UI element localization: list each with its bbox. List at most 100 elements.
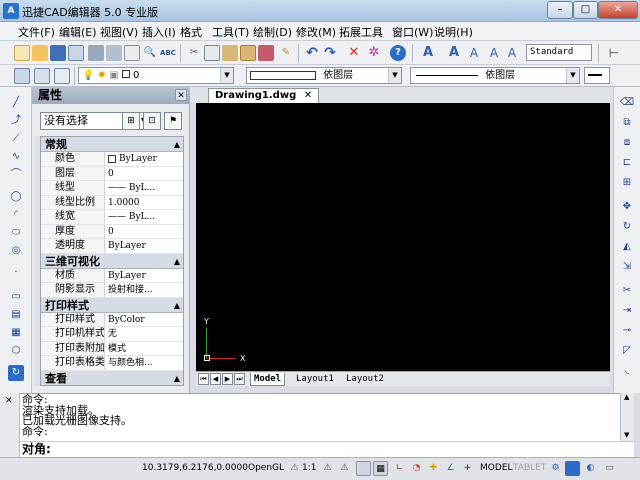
array-tool-icon[interactable]: ⊞	[619, 175, 635, 191]
purge-icon[interactable]: ✲	[366, 45, 382, 61]
dynamic-ucs-icon[interactable]: +	[460, 461, 475, 476]
menu-file[interactable]: 文件(F)	[16, 24, 57, 40]
fullscreen-icon[interactable]: ▭	[602, 461, 617, 476]
document-icon[interactable]	[124, 45, 140, 61]
line-tool-icon[interactable]: ╱	[8, 95, 24, 111]
move-tool-icon[interactable]: ✥	[619, 199, 635, 215]
point-tool-icon[interactable]: ·	[8, 265, 24, 281]
refresh-tool-icon[interactable]: ↻	[8, 365, 24, 381]
property-row[interactable]: 线型比例 1.0000	[41, 195, 183, 210]
find-icon[interactable]: 🔍	[142, 45, 158, 61]
collapse-icon[interactable]: ▲	[174, 371, 180, 386]
annotation-visibility-icon[interactable]: ⚠	[320, 461, 335, 476]
opengl-status[interactable]: OpenGL	[248, 463, 284, 473]
tab-layout1[interactable]: Layout1	[296, 373, 334, 385]
break-tool-icon[interactable]: ⊸	[619, 323, 635, 339]
text-style-select[interactable]: Standard	[526, 44, 592, 61]
offset-tool-icon[interactable]: ⊏	[619, 155, 635, 171]
stretch-tool-icon[interactable]: ⇲	[619, 259, 635, 275]
polar-tracking-icon[interactable]: ◔	[409, 461, 424, 476]
region-tool-icon[interactable]: ▤	[8, 307, 24, 323]
arc-tool-icon[interactable]: ◜	[8, 207, 24, 223]
model-space-toggle[interactable]: MODEL	[480, 463, 512, 473]
last-tab-icon[interactable]: ⏭	[234, 373, 245, 385]
close-button[interactable]: ✕	[598, 1, 638, 19]
multiline-text-icon[interactable]: A	[446, 45, 462, 61]
otrack-icon[interactable]: ∠	[443, 461, 458, 476]
command-scrollbar[interactable]: ▲ ▼	[620, 393, 634, 441]
block-tool-icon[interactable]: ⬡	[8, 343, 24, 359]
settings-gear-icon[interactable]: ⚙	[548, 461, 563, 476]
text-edit-icon[interactable]: A	[466, 45, 482, 61]
cut-icon[interactable]: ✂	[186, 45, 202, 61]
property-row[interactable]: 线型 —— ByL...	[41, 181, 183, 196]
redo-icon[interactable]: ↷	[322, 45, 338, 61]
property-row[interactable]: 打印表格类型与颜色相...	[41, 356, 183, 371]
collapse-icon[interactable]: ▲	[174, 298, 180, 313]
menu-draw[interactable]: 绘制(D)	[251, 24, 294, 40]
auto-scale-icon[interactable]: ⚠	[337, 461, 352, 476]
property-row[interactable]: 线宽 —— ByL...	[41, 210, 183, 225]
menu-edit[interactable]: 编辑(E)	[57, 24, 99, 40]
menu-extend-tools[interactable]: 拓展工具	[337, 24, 385, 40]
copy-tool-icon[interactable]: ⧉	[619, 115, 635, 131]
minimize-button[interactable]: –	[547, 1, 573, 19]
brush-icon[interactable]: ✎	[278, 45, 294, 61]
rotate-tool-icon[interactable]: ↻	[619, 219, 635, 235]
grid-icon[interactable]: ▦	[373, 461, 388, 476]
drawing-canvas[interactable]: Y X	[196, 103, 610, 371]
lineweight-select[interactable]	[584, 67, 610, 84]
section-view[interactable]: 查看 ▲	[41, 370, 183, 386]
menu-help[interactable]: 说明(H)	[432, 24, 475, 40]
layer-select[interactable]: 💡 ✹ ▣ 0 ▼	[78, 67, 234, 84]
scroll-up-icon[interactable]: ▲	[624, 393, 629, 401]
menu-tools[interactable]: 工具(T)	[210, 24, 251, 40]
ellipse-tool-icon[interactable]: ⬭	[8, 225, 24, 241]
donut-tool-icon[interactable]: ◎	[8, 243, 24, 259]
spline-tool-icon[interactable]: ⌒	[8, 167, 24, 183]
layer-manager-icon[interactable]	[14, 68, 30, 84]
tab-layout2[interactable]: Layout2	[346, 373, 384, 385]
property-row[interactable]: 颜色 ByLayer	[41, 152, 183, 167]
property-row[interactable]: 材质 ByLayer	[41, 268, 183, 283]
multiline-tool-icon[interactable]: ∿	[8, 149, 24, 165]
maximize-button[interactable]: □	[573, 1, 598, 19]
property-row[interactable]: 阴影显示 投射和接...	[41, 283, 183, 298]
make-current-layer-icon[interactable]	[54, 68, 70, 84]
section-3d-visualization[interactable]: 三维可视化 ▲	[41, 253, 183, 269]
text-scale-icon[interactable]: A	[486, 45, 502, 61]
color-select[interactable]: 依图层 ▼	[246, 67, 402, 84]
property-row[interactable]: 透明度 ByLayer	[41, 239, 183, 254]
hatch-tool-icon[interactable]: ▦	[8, 325, 24, 341]
select-objects-icon[interactable]: ⊡	[143, 112, 161, 130]
save-icon[interactable]	[50, 45, 66, 61]
copy-icon[interactable]	[204, 45, 220, 61]
annotation-scale-icon[interactable]: ⚠	[287, 461, 302, 476]
rectangle-tool-icon[interactable]: ▭	[8, 289, 24, 305]
toggle-pickadd-icon[interactable]: ⊞	[122, 112, 140, 130]
command-window-handle[interactable]: ✕	[0, 393, 20, 457]
menu-view[interactable]: 视图(V)	[98, 24, 140, 40]
new-file-icon[interactable]	[14, 45, 30, 61]
extend-tool-icon[interactable]: ⇥	[619, 303, 635, 319]
snap-icon[interactable]	[356, 461, 371, 476]
menu-modify[interactable]: 修改(M)	[294, 24, 338, 40]
text-style-icon[interactable]: A	[420, 45, 436, 61]
undo-icon[interactable]: ↶	[304, 45, 320, 61]
paste-special-icon[interactable]	[240, 45, 256, 61]
paste-icon[interactable]	[222, 45, 238, 61]
property-row[interactable]: 打印样式 ByColor	[41, 312, 183, 327]
property-row[interactable]: 厚度 0	[41, 224, 183, 239]
print-preview-icon[interactable]	[106, 45, 122, 61]
layer-previous-icon[interactable]	[34, 68, 50, 84]
panel-close-icon[interactable]: ✕	[175, 89, 187, 101]
trim-tool-icon[interactable]: ✂	[619, 283, 635, 299]
open-folder-icon[interactable]	[32, 45, 48, 61]
property-row[interactable]: 打印表附加到模式	[41, 341, 183, 356]
menu-format[interactable]: 格式	[178, 24, 204, 40]
section-general[interactable]: 常规 ▲	[41, 137, 183, 152]
section-plot-style[interactable]: 打印样式 ▲	[41, 297, 183, 313]
tab-model[interactable]: Model	[250, 373, 286, 386]
close-icon[interactable]: ✕	[5, 396, 13, 406]
scale-value[interactable]: 1:1	[302, 463, 316, 473]
